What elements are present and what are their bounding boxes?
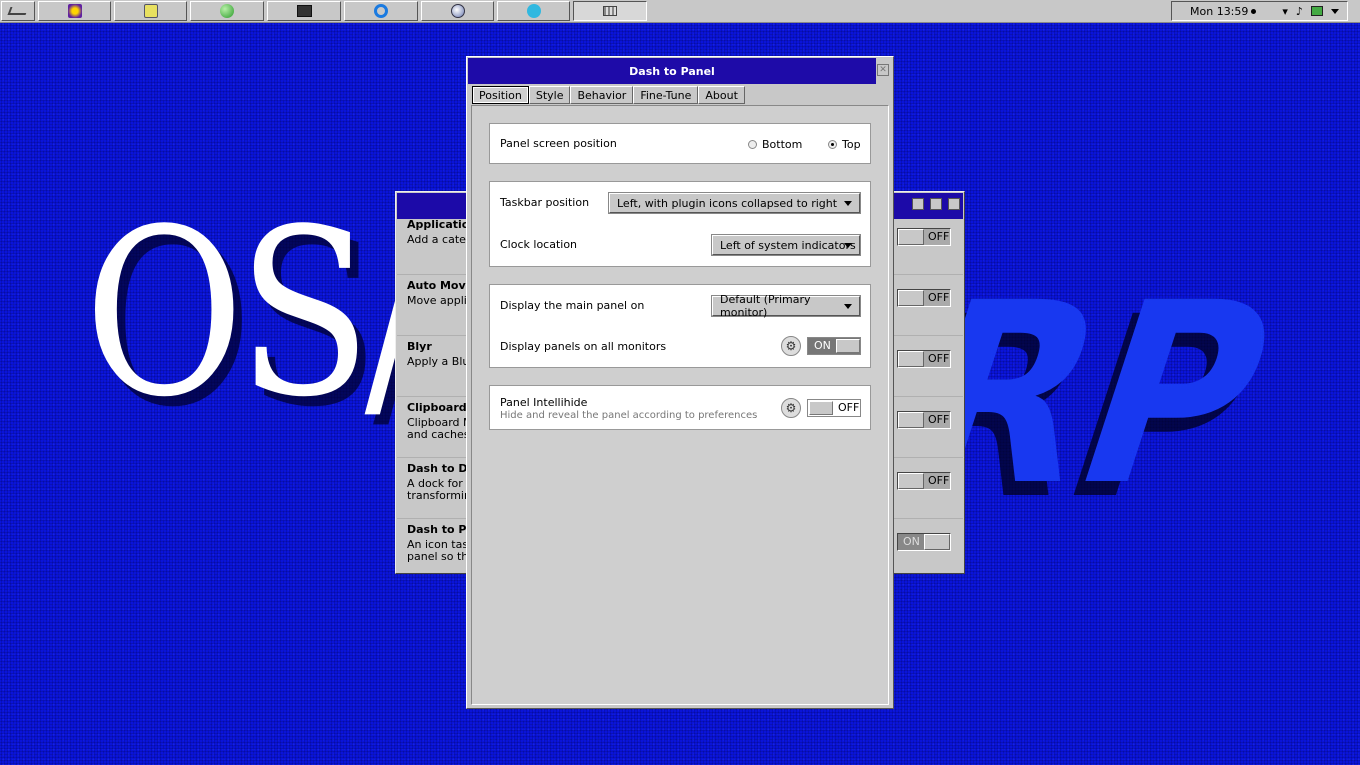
taskbar-position-label: Taskbar position (500, 196, 590, 209)
intellihide-label: Panel Intellihide (500, 396, 588, 409)
radio-bottom[interactable]: Bottom (748, 138, 802, 151)
terminal-icon (296, 5, 312, 17)
clock[interactable]: Mon 13:59 (1190, 5, 1248, 18)
panel-position-card: Panel screen position Bottom Top (489, 123, 871, 164)
tab-about[interactable]: About (698, 86, 745, 104)
taskbar-app-4[interactable] (267, 1, 341, 21)
green-ball-icon (220, 4, 234, 18)
tab-position[interactable]: Position (472, 86, 529, 104)
maximize-icon[interactable] (930, 198, 942, 210)
dash-to-panel-window: Dash to Panel ✕ Position Style Behavior … (466, 56, 894, 709)
monitors-card: Display the main panel on Default (Prima… (489, 284, 871, 368)
window-list-icon (603, 6, 617, 16)
taskbar-app-7[interactable] (497, 1, 570, 21)
burst-icon (67, 4, 82, 18)
battery-icon[interactable] (1310, 6, 1323, 16)
chevron-down-icon[interactable] (1330, 8, 1339, 14)
window-title[interactable]: Dash to Panel (468, 58, 876, 84)
audio-icon (526, 4, 541, 18)
all-monitors-switch[interactable]: ON (807, 337, 861, 355)
chevron-down-icon (844, 304, 852, 309)
minimize-icon[interactable] (912, 198, 924, 210)
tab-style[interactable]: Style (528, 86, 571, 104)
power-icon (374, 4, 388, 18)
extension-switch[interactable]: OFF (897, 411, 951, 429)
radio-bottom-dot (748, 140, 757, 149)
gear-icon: ⚙ (785, 401, 797, 415)
main-panel-label: Display the main panel on (500, 299, 645, 312)
taskbar-app-6[interactable] (421, 1, 494, 21)
taskbar-card: Taskbar position Left, with plugin icons… (489, 181, 871, 267)
extension-switch[interactable]: ON (897, 533, 951, 551)
position-pane: Panel screen position Bottom Top Taskbar… (471, 105, 889, 705)
chevron-down-icon (844, 201, 852, 206)
extension-switch[interactable]: OFF (897, 472, 951, 490)
volume-icon[interactable]: ♪ (1296, 5, 1303, 18)
all-monitors-label: Display panels on all monitors (500, 340, 667, 353)
start-menu-icon (7, 7, 29, 15)
panel-position-label: Panel screen position (500, 137, 617, 150)
intellihide-settings-button[interactable]: ⚙ (781, 398, 801, 418)
clock-location-label: Clock location (500, 238, 578, 251)
radio-top-dot (828, 140, 837, 149)
start-menu-button[interactable] (1, 1, 35, 21)
extension-switch[interactable]: OFF (897, 350, 951, 368)
tab-behavior[interactable]: Behavior (570, 86, 634, 104)
intellihide-card: Panel Intellihide Hide and reveal the pa… (489, 385, 871, 430)
tab-fine-tune[interactable]: Fine-Tune (633, 86, 699, 104)
taskbar-app-5[interactable] (344, 1, 418, 21)
taskbar: Mon 13:59 ▾ ♪ (0, 0, 1360, 23)
wifi-icon[interactable]: ▾ (1282, 5, 1288, 18)
taskbar-app-3[interactable] (190, 1, 264, 21)
close-icon[interactable]: ✕ (877, 64, 889, 76)
search-file-icon (143, 4, 158, 18)
taskbar-app-1[interactable] (38, 1, 111, 21)
all-monitors-settings-button[interactable]: ⚙ (781, 336, 801, 356)
extension-switch[interactable]: OFF (897, 228, 951, 246)
taskbar-app-2[interactable] (114, 1, 187, 21)
taskbar-app-8[interactable] (573, 1, 647, 21)
desktop-logo-os: OS/ (84, 181, 430, 448)
notification-dot-icon (1251, 8, 1257, 14)
system-tray: Mon 13:59 ▾ ♪ (1171, 1, 1348, 21)
globe-icon (450, 4, 465, 18)
chevron-down-icon (844, 243, 852, 248)
intellihide-desc: Hide and reveal the panel according to p… (500, 410, 758, 421)
intellihide-switch[interactable]: OFF (807, 399, 861, 417)
close-icon[interactable] (948, 198, 960, 210)
gear-icon: ⚙ (785, 339, 797, 353)
extension-switch[interactable]: OFF (897, 289, 951, 307)
tab-bar: Position Style Behavior Fine-Tune About (472, 86, 745, 104)
taskbar-position-select[interactable]: Left, with plugin icons collapsed to rig… (609, 193, 860, 213)
main-panel-select[interactable]: Default (Primary monitor) (712, 293, 860, 319)
radio-top[interactable]: Top (828, 138, 861, 151)
clock-location-select[interactable]: Left of system indicators (712, 235, 860, 255)
